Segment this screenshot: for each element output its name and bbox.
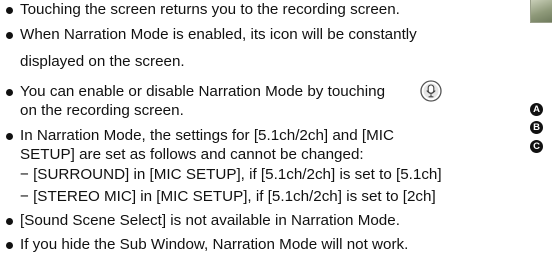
bullet-dot [6,89,13,96]
bullet-text: Touching the screen returns you to the r… [20,1,400,18]
bullet-text-continuation: displayed on the screen. [20,53,185,70]
bullet-dot [6,218,13,225]
bullet-text: If you hide the Sub Window, Narration Mo… [20,236,409,253]
marker-a: A [530,103,543,116]
narration-mic-icon [420,80,442,102]
sub-item-stereo-mic: − [STEREO MIC] in [MIC SETUP], if [5.1ch… [20,188,436,205]
bullet-text: [Sound Scene Select] is not available in… [20,212,400,229]
screen-preview-thumbnail [530,0,552,23]
bullet-dot [6,32,13,39]
marker-b: B [530,121,543,134]
sub-item-surround: − [SURROUND] in [MIC SETUP], if [5.1ch/2… [20,166,442,183]
bullet-text: You can enable or disable Narration Mode… [20,83,386,100]
bullet-dot [6,242,13,249]
marker-c: C [530,140,543,153]
bullet-text-continuation: SETUP] are set as follows and cannot be … [20,146,364,163]
bullet-text-continuation: on the recording screen. [20,102,184,119]
bullet-text: In Narration Mode, the settings for [5.1… [20,127,394,144]
bullet-text: When Narration Mode is enabled, its icon… [20,26,417,43]
bullet-dot [6,7,13,14]
bullet-dot [6,133,13,140]
